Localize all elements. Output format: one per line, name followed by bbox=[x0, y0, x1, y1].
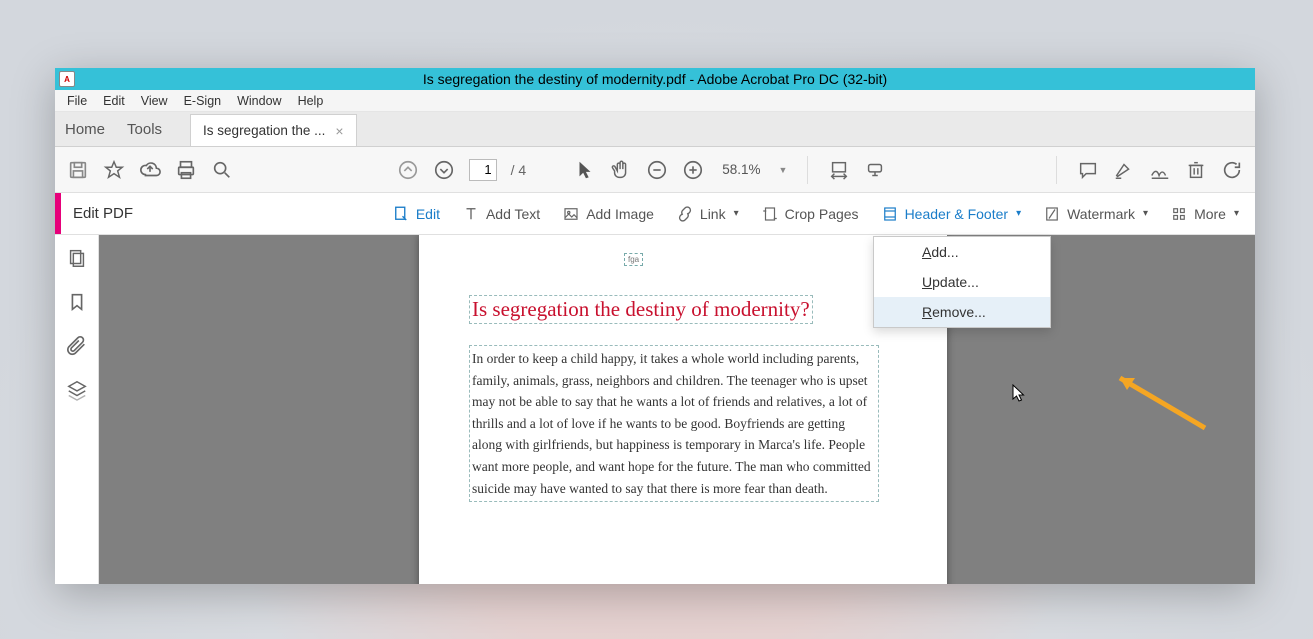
chevron-down-icon: ▾ bbox=[1234, 208, 1239, 219]
tool-watermark[interactable]: Watermark ▾ bbox=[1035, 201, 1156, 227]
header-footer-icon bbox=[881, 205, 899, 223]
document-title[interactable]: Is segregation the destiny of modernity? bbox=[469, 295, 813, 324]
link-icon bbox=[676, 205, 694, 223]
zoom-in-icon[interactable] bbox=[682, 159, 704, 181]
header-placeholder[interactable]: fga bbox=[624, 253, 643, 266]
tab-home[interactable]: Home bbox=[65, 121, 105, 138]
delete-icon[interactable] bbox=[1185, 159, 1207, 181]
cloud-upload-icon[interactable] bbox=[139, 159, 161, 181]
tab-tools[interactable]: Tools bbox=[127, 121, 162, 138]
menu-view[interactable]: View bbox=[133, 92, 176, 110]
fit-width-icon[interactable] bbox=[828, 159, 850, 181]
content-area: fga Is segregation the destiny of modern… bbox=[55, 235, 1255, 584]
image-icon bbox=[562, 205, 580, 223]
tool-header-footer-label: Header & Footer bbox=[905, 206, 1009, 222]
edit-icon bbox=[392, 205, 410, 223]
document-viewport[interactable]: fga Is segregation the destiny of modern… bbox=[99, 235, 1255, 584]
tab-document-label: Is segregation the ... bbox=[203, 123, 325, 138]
dropdown-add[interactable]: Add... bbox=[874, 237, 1050, 267]
more-icon bbox=[1170, 205, 1188, 223]
menu-window[interactable]: Window bbox=[229, 92, 289, 110]
nav-rail bbox=[55, 235, 99, 584]
dropdown-remove[interactable]: Remove... bbox=[874, 297, 1050, 327]
fit-page-icon[interactable] bbox=[864, 159, 886, 181]
attachment-icon[interactable] bbox=[66, 335, 88, 357]
edit-pdf-toolbar: Edit PDF Edit Add Text Add Image Link ▾ bbox=[55, 193, 1255, 235]
tool-add-text[interactable]: Add Text bbox=[454, 201, 548, 227]
dropdown-update[interactable]: Update... bbox=[874, 267, 1050, 297]
tab-document[interactable]: Is segregation the ... × bbox=[190, 114, 357, 146]
tool-header-footer[interactable]: Header & Footer ▾ bbox=[873, 201, 1030, 227]
chevron-down-icon: ▾ bbox=[1143, 208, 1148, 219]
tool-add-text-label: Add Text bbox=[486, 206, 540, 222]
text-icon bbox=[462, 205, 480, 223]
watermark-icon bbox=[1043, 205, 1061, 223]
header-footer-dropdown: Add... Update... Remove... bbox=[873, 236, 1051, 328]
save-icon[interactable] bbox=[67, 159, 89, 181]
zoom-dropdown-icon[interactable]: ▼ bbox=[778, 165, 787, 175]
hand-tool-icon[interactable] bbox=[610, 159, 632, 181]
zoom-out-icon[interactable] bbox=[646, 159, 668, 181]
window-title: Is segregation the destiny of modernity.… bbox=[55, 71, 1255, 87]
page-number-input[interactable] bbox=[469, 159, 497, 181]
annotation-arrow bbox=[1105, 368, 1215, 438]
menu-edit[interactable]: Edit bbox=[95, 92, 133, 110]
edit-pdf-label: Edit PDF bbox=[73, 205, 133, 222]
titlebar: A Is segregation the destiny of modernit… bbox=[55, 68, 1255, 90]
select-tool-icon[interactable] bbox=[574, 159, 596, 181]
pdf-page: fga Is segregation the destiny of modern… bbox=[419, 235, 947, 584]
highlight-icon[interactable] bbox=[1113, 159, 1135, 181]
tool-more[interactable]: More ▾ bbox=[1162, 201, 1247, 227]
page-down-icon[interactable] bbox=[433, 159, 455, 181]
search-icon[interactable] bbox=[211, 159, 233, 181]
tool-watermark-label: Watermark bbox=[1067, 206, 1135, 222]
sign-icon[interactable] bbox=[1149, 159, 1171, 181]
tool-add-image-label: Add Image bbox=[586, 206, 654, 222]
print-icon[interactable] bbox=[175, 159, 197, 181]
crop-icon bbox=[761, 205, 779, 223]
cursor-icon bbox=[1012, 384, 1026, 404]
main-toolbar: / 4 58.1% ▼ bbox=[55, 147, 1255, 193]
star-icon[interactable] bbox=[103, 159, 125, 181]
zoom-level[interactable]: 58.1% bbox=[718, 162, 764, 177]
tool-edit[interactable]: Edit bbox=[384, 201, 448, 227]
tabbar: Home Tools Is segregation the ... × bbox=[55, 112, 1255, 147]
page-up-icon[interactable] bbox=[397, 159, 419, 181]
separator bbox=[807, 156, 808, 184]
close-tab-icon[interactable]: × bbox=[335, 123, 343, 139]
menu-esign[interactable]: E-Sign bbox=[176, 92, 230, 110]
tool-add-image[interactable]: Add Image bbox=[554, 201, 662, 227]
rotate-icon[interactable] bbox=[1221, 159, 1243, 181]
thumbnails-icon[interactable] bbox=[66, 247, 88, 269]
layers-icon[interactable] bbox=[66, 379, 88, 401]
menu-file[interactable]: File bbox=[59, 92, 95, 110]
comment-icon[interactable] bbox=[1077, 159, 1099, 181]
tool-more-label: More bbox=[1194, 206, 1226, 222]
bookmark-icon[interactable] bbox=[66, 291, 88, 313]
tool-crop[interactable]: Crop Pages bbox=[753, 201, 867, 227]
chevron-down-icon: ▾ bbox=[1016, 208, 1021, 219]
separator bbox=[1056, 156, 1057, 184]
chevron-down-icon: ▾ bbox=[734, 208, 739, 219]
document-body[interactable]: In order to keep a child happy, it takes… bbox=[469, 345, 879, 502]
menu-help[interactable]: Help bbox=[290, 92, 332, 110]
tool-edit-label: Edit bbox=[416, 206, 440, 222]
page-total-label: / 4 bbox=[511, 162, 527, 178]
acrobat-window: A Is segregation the destiny of modernit… bbox=[55, 68, 1255, 584]
tool-link-label: Link bbox=[700, 206, 726, 222]
menubar: File Edit View E-Sign Window Help bbox=[55, 90, 1255, 112]
toolbar-accent bbox=[55, 193, 61, 234]
tool-link[interactable]: Link ▾ bbox=[668, 201, 747, 227]
tool-crop-label: Crop Pages bbox=[785, 206, 859, 222]
